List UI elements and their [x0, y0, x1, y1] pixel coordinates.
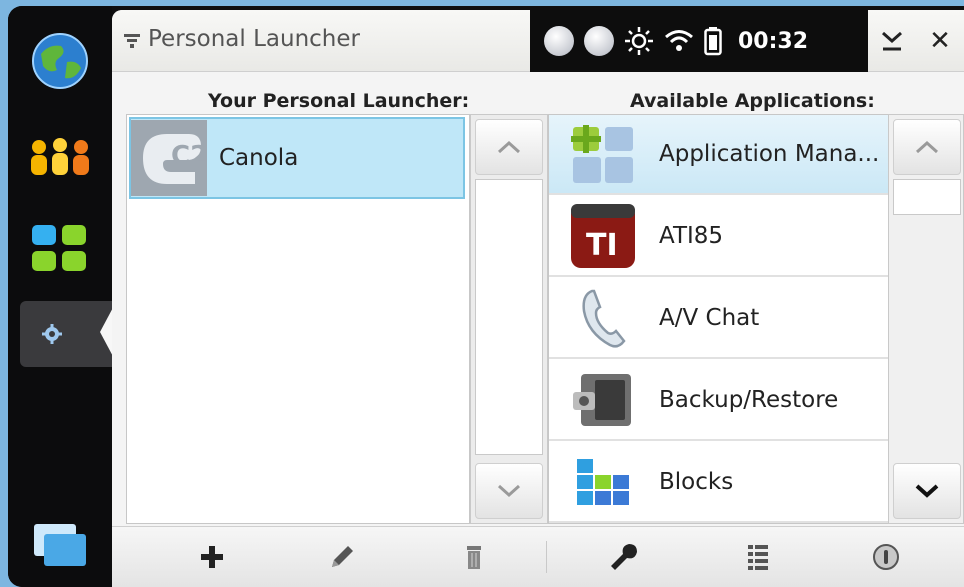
presence-icon[interactable] — [544, 26, 574, 56]
launcher-menu-icon[interactable] — [122, 30, 142, 50]
delete-button[interactable] — [452, 537, 496, 577]
list-item-ati85[interactable]: TI ATI85 — [549, 197, 889, 277]
info-icon — [873, 544, 899, 570]
launcher-scrollbar[interactable] — [470, 114, 548, 524]
launcher-scroll-down-button[interactable] — [475, 463, 543, 519]
battery-icon[interactable] — [704, 26, 722, 56]
svg-text:TI: TI — [586, 228, 618, 263]
blocks-icon — [577, 459, 629, 505]
launcher-window: Personal Launcher 00:32 ✕ Your Personal … — [112, 10, 964, 587]
settings-button[interactable] — [602, 537, 646, 577]
chevron-down-icon — [497, 484, 521, 498]
add-button[interactable] — [190, 537, 234, 577]
available-heading: Available Applications: — [630, 90, 875, 112]
dock-web-button[interactable] — [22, 28, 98, 94]
title-bar: Personal Launcher 00:32 ✕ — [112, 10, 964, 72]
minimize-button[interactable] — [868, 10, 916, 72]
launcher-scroll-up-button[interactable] — [475, 119, 543, 175]
launcher-list: C2 Canola — [126, 114, 470, 524]
list-icon — [748, 545, 768, 570]
edit-button[interactable] — [320, 537, 364, 577]
info-button[interactable] — [864, 537, 908, 577]
phone-icon — [582, 289, 626, 348]
window-title: Personal Launcher — [148, 26, 360, 52]
list-item-backup-restore[interactable]: Backup/Restore — [549, 361, 889, 441]
list-item-label: Blocks — [659, 469, 734, 495]
application-manager-icon — [571, 125, 633, 183]
dock-contacts-button[interactable] — [22, 124, 98, 190]
list-item-blocks[interactable]: Blocks — [549, 443, 889, 523]
toolbar-divider — [546, 541, 547, 573]
chevron-down-icon — [915, 484, 939, 498]
list-item-label: Backup/Restore — [659, 387, 839, 413]
wifi-icon[interactable] — [664, 28, 694, 54]
close-icon: ✕ — [929, 26, 951, 56]
minimize-icon — [882, 31, 902, 51]
list-item-label: A/V Chat — [659, 305, 760, 331]
list-view-button[interactable] — [736, 537, 780, 577]
list-item-canola[interactable]: C2 Canola — [129, 117, 465, 199]
settings-wrench-icon — [611, 544, 637, 570]
device-frame: Personal Launcher 00:32 ✕ Your Personal … — [8, 6, 964, 587]
edit-pencil-icon — [332, 546, 353, 567]
ati85-icon: TI — [571, 204, 635, 268]
contacts-icon — [31, 138, 89, 175]
available-list: Application Mana... TI ATI85 A/V Chat Ba… — [548, 114, 890, 524]
web-globe-icon — [32, 33, 88, 89]
list-item-application-manager[interactable]: Application Mana... — [549, 115, 889, 195]
backup-icon — [573, 374, 631, 426]
bottom-toolbar — [112, 526, 964, 587]
task-switcher-icon — [34, 524, 86, 566]
close-button[interactable]: ✕ — [916, 10, 964, 72]
available-scroll-up-button[interactable] — [893, 119, 961, 175]
brightness-icon[interactable] — [624, 26, 654, 56]
chevron-up-icon — [915, 140, 939, 154]
presence-icon[interactable] — [584, 26, 614, 56]
delete-trash-icon — [467, 546, 481, 569]
status-area[interactable]: 00:32 — [530, 10, 868, 72]
list-item-label: Canola — [219, 145, 299, 171]
add-icon — [201, 546, 223, 568]
launcher-heading: Your Personal Launcher: — [208, 90, 470, 112]
canola-icon: C2 — [131, 120, 207, 196]
launcher-scroll-track[interactable] — [475, 179, 543, 455]
applications-icon — [32, 225, 86, 271]
available-scroll-thumb[interactable] — [893, 179, 961, 215]
dock-applications-button[interactable] — [22, 216, 98, 282]
dock-task-switcher-button[interactable] — [22, 512, 98, 578]
available-scrollbar[interactable] — [888, 114, 964, 524]
svg-text:C2: C2 — [171, 141, 207, 171]
list-item-av-chat[interactable]: A/V Chat — [549, 279, 889, 359]
settings-gear-icon — [42, 324, 62, 344]
available-scroll-down-button[interactable] — [893, 463, 961, 519]
list-item-label: ATI85 — [659, 223, 724, 249]
status-clock[interactable]: 00:32 — [738, 29, 808, 54]
list-item-label: Application Mana... — [659, 141, 880, 167]
dock — [8, 6, 114, 587]
chevron-up-icon — [497, 140, 521, 154]
